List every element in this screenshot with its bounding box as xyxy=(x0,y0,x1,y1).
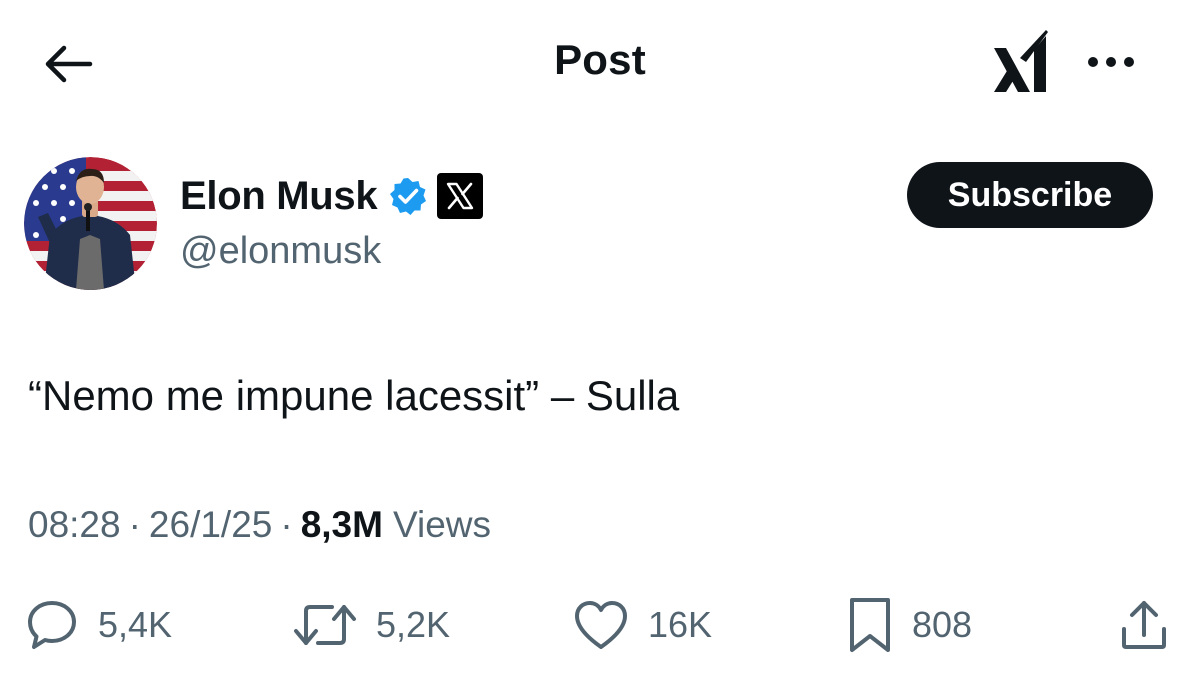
avatar-image xyxy=(24,157,157,290)
author-name-row: Elon Musk xyxy=(180,170,484,222)
post-time[interactable]: 08:28 xyxy=(28,504,121,546)
reply-count: 5,4K xyxy=(98,604,173,645)
separator-dot: · xyxy=(280,504,293,545)
separator-dot: · xyxy=(128,504,141,545)
reply-icon xyxy=(28,601,76,649)
more-options-button[interactable] xyxy=(1080,36,1142,88)
top-bar: Post xyxy=(0,0,1200,125)
heart-icon xyxy=(575,601,627,649)
verified-badge-icon[interactable] xyxy=(389,177,427,215)
like-count: 16K xyxy=(648,604,713,645)
author-handle[interactable]: @elonmusk xyxy=(180,230,381,273)
post-date[interactable]: 26/1/25 xyxy=(149,504,272,546)
action-bar: 5,4K 5,2K 16K 808 xyxy=(0,590,1200,660)
bookmark-icon xyxy=(850,598,890,652)
share-button[interactable] xyxy=(1118,590,1170,660)
post-text: “Nemo me impune lacessit” – Sulla xyxy=(28,372,680,419)
share-icon xyxy=(1122,601,1166,649)
grok-logo-icon xyxy=(994,30,1048,92)
grok-button[interactable] xyxy=(986,24,1056,98)
x-logo-icon[interactable] xyxy=(437,173,484,219)
more-horizontal-icon xyxy=(1088,57,1134,67)
post-author: Elon Musk @elonmusk Subscribe xyxy=(0,150,1200,300)
repost-button[interactable]: 5,2K xyxy=(292,590,450,660)
bookmark-count: 808 xyxy=(912,604,973,645)
subscribe-button[interactable]: Subscribe xyxy=(907,162,1153,228)
repost-icon xyxy=(294,605,356,645)
repost-count: 5,2K xyxy=(376,604,451,645)
views-count[interactable]: 8,3M xyxy=(301,504,383,546)
reply-button[interactable]: 5,4K xyxy=(24,590,172,660)
avatar[interactable] xyxy=(24,157,157,290)
like-button[interactable]: 16K xyxy=(572,590,712,660)
views-label: Views xyxy=(392,504,491,545)
display-name[interactable]: Elon Musk xyxy=(180,174,378,219)
bookmark-button[interactable]: 808 xyxy=(846,590,972,660)
post-metadata: 08:28 · 26/1/25 · 8,3M Views xyxy=(28,504,491,546)
